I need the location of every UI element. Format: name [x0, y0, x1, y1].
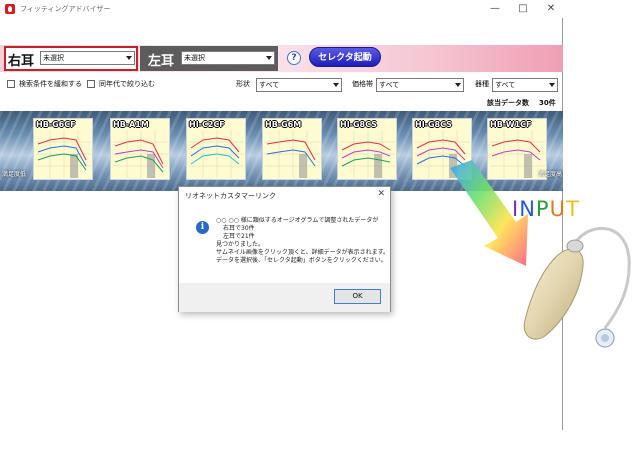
audiogram-chart [113, 130, 168, 178]
audiogram-chart [189, 130, 244, 178]
thumbnail-label: HI-C2CF [189, 120, 225, 129]
thumbnail-label: HI-G8CS [340, 120, 377, 129]
chevron-down-icon [266, 56, 272, 60]
chevron-down-icon [126, 56, 132, 60]
chevron-down-icon [455, 83, 461, 87]
relax-conditions-label: 検索条件を緩和する [19, 80, 82, 88]
ok-button[interactable]: OK [334, 289, 381, 304]
info-dialog: リオネットカスタマーリンク ✕ i ○○ ○○ 様に類似するオージオグラムで調整… [178, 186, 391, 312]
same-age-label: 同年代で絞り込む [99, 80, 155, 88]
dialog-message: ○○ ○○ 様に類似するオージオグラムで調整されたデータが 右耳で30件 左耳で… [216, 217, 389, 265]
thumbnail-label: HB-G6CF [36, 120, 76, 129]
same-age-checkbox[interactable] [87, 80, 95, 88]
model-label: 器種 [475, 80, 489, 88]
selector-launch-button[interactable]: セレクタ起動 [309, 47, 381, 67]
minimize-button[interactable]: — [489, 3, 501, 15]
left-ear-select[interactable]: 未選択 [181, 51, 275, 65]
thumbnail-label: HI-G8CS [415, 120, 452, 129]
dialog-line: サムネイル画像をクリック頂くと、詳細データが表示されます。 [216, 249, 390, 256]
window-controls: — □ ✕ [489, 3, 557, 15]
audiogram-thumbnail[interactable]: HB-G6M [262, 118, 322, 180]
dialog-line: ○○ ○○ 様に類似するオージオグラムで調整されたデータが [216, 217, 379, 224]
thumbnail-label: HB-W1CF [490, 120, 532, 129]
audiogram-chart [265, 130, 320, 178]
relax-conditions-checkbox[interactable] [7, 80, 15, 88]
maximize-button[interactable]: □ [517, 3, 529, 15]
low-satisfaction-note: 満足度低 [2, 171, 27, 178]
thumbnail-label: HB-G6M [265, 120, 302, 129]
app-logo-icon [5, 4, 15, 14]
dialog-close-button[interactable]: ✕ [377, 189, 385, 199]
thumbnail-label: HB-A1M [113, 120, 149, 129]
info-icon: i [196, 221, 209, 234]
audiogram-thumbnail[interactable]: HI-G8CS [337, 118, 397, 180]
audiogram-thumbnail[interactable]: HB-A1M [110, 118, 170, 180]
result-count-value: 30件 [539, 99, 556, 107]
audiogram-chart [36, 130, 91, 178]
right-ear-label: 右耳 [8, 54, 35, 69]
audiogram-thumbnail[interactable]: HB-G6CF [33, 118, 93, 180]
model-select[interactable]: すべて [492, 78, 558, 92]
chevron-down-icon [549, 83, 555, 87]
model-select-value: すべて [495, 81, 516, 89]
shape-select[interactable]: すべて [256, 78, 342, 92]
shape-select-value: すべて [259, 81, 280, 89]
title-bar: フィッティングアドバイザー — □ ✕ [0, 0, 563, 18]
shape-label: 形状 [236, 80, 250, 88]
dialog-line: 右耳で30件 [223, 225, 255, 232]
result-count-label: 該当データ数 [487, 99, 529, 107]
dialog-title: リオネットカスタマーリンク [185, 192, 276, 200]
dialog-line: データを選択後、「セレクタ起動」ボタンをクリックください。 [216, 257, 387, 264]
close-button[interactable]: ✕ [545, 3, 557, 15]
hearing-aid-image [523, 226, 631, 348]
right-ear-select[interactable]: 未選択 [40, 51, 135, 65]
dialog-line: 見つかりました。 [216, 241, 265, 248]
right-ear-select-value: 未選択 [43, 54, 64, 62]
audiogram-chart [340, 130, 395, 178]
price-range-select[interactable]: すべて [376, 78, 464, 92]
help-button[interactable]: ? [287, 51, 301, 65]
price-range-select-value: すべて [379, 81, 400, 89]
left-ear-select-value: 未選択 [184, 54, 205, 62]
price-range-label: 価格帯 [352, 80, 373, 88]
dialog-line: 左耳で21件 [223, 233, 255, 240]
chevron-down-icon [333, 83, 339, 87]
audiogram-thumbnail[interactable]: HI-C2CF [186, 118, 246, 180]
window-title: フィッティングアドバイザー [20, 5, 111, 13]
left-ear-label: 左耳 [148, 54, 175, 69]
